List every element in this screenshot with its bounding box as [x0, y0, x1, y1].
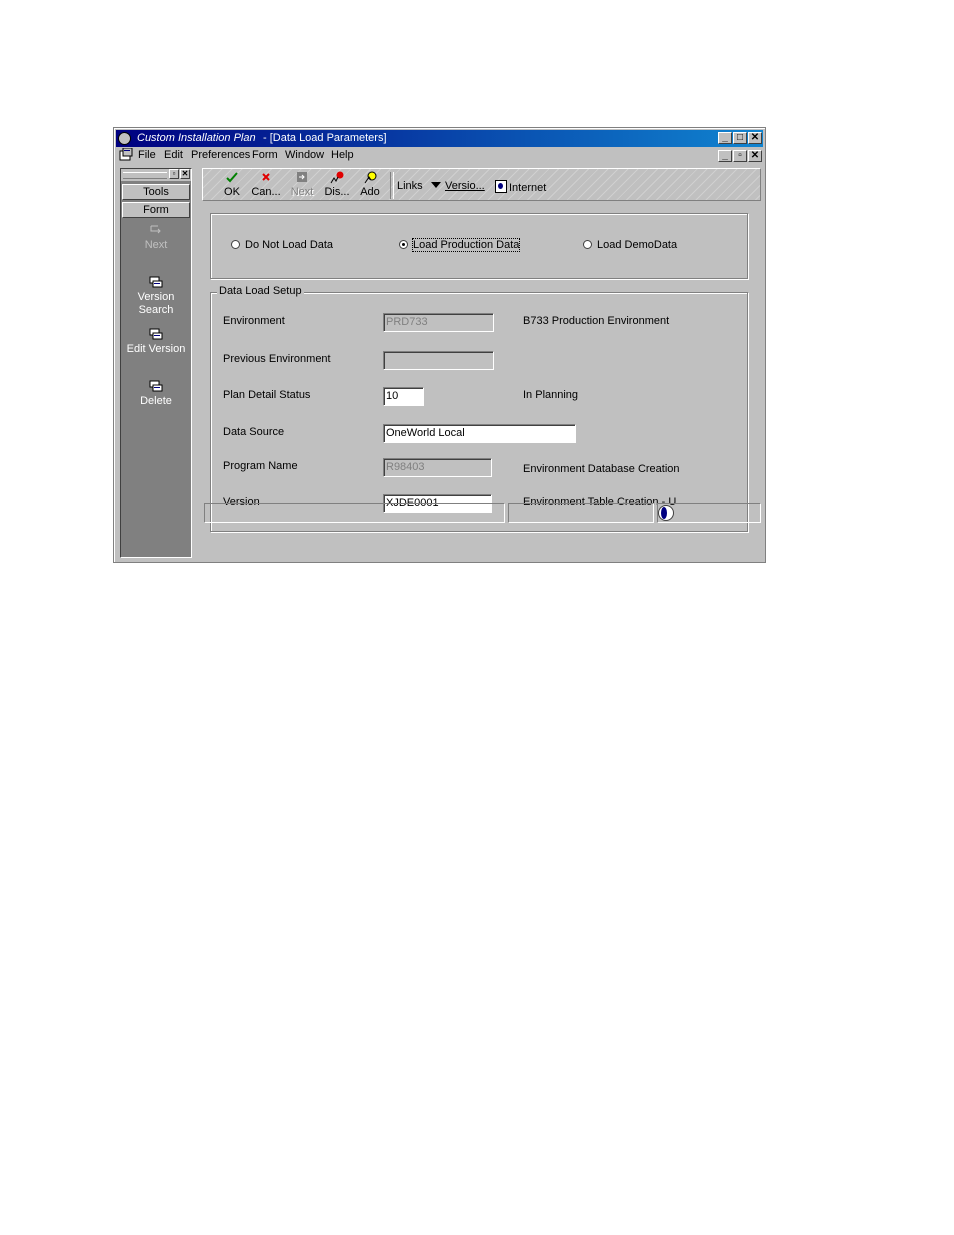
- links-menu[interactable]: Links: [397, 180, 423, 192]
- add-label: Ado: [360, 186, 380, 198]
- previous-environment-label: Previous Environment: [223, 353, 331, 365]
- radio-label: Load DemoData: [597, 239, 678, 251]
- dropdown-arrow-icon: [431, 182, 441, 188]
- radio-button-icon: [583, 240, 592, 249]
- sidebar-item-label: Delete: [140, 395, 172, 407]
- sidebar-item-label: Edit Version: [126, 343, 186, 355]
- internet-label: Internet: [509, 182, 547, 194]
- exit-bar-close-button[interactable]: ✕: [180, 169, 190, 179]
- minimize-button[interactable]: _: [718, 132, 732, 144]
- child-close-button[interactable]: ✕: [748, 150, 762, 162]
- sidebar-item-version-search[interactable]: Version Search: [121, 276, 191, 317]
- program-name-field[interactable]: R98403: [383, 458, 492, 477]
- next-button[interactable]: Next: [285, 171, 319, 198]
- form-title: - [Data Load Parameters]: [263, 132, 387, 144]
- next-icon: [150, 225, 161, 234]
- toolbar-separator: [390, 172, 394, 199]
- display-icon: [330, 171, 344, 184]
- sidebar-item-label: Next: [144, 239, 168, 251]
- sidebar-item-next[interactable]: Next: [121, 224, 191, 252]
- internet-icon: [495, 180, 507, 193]
- ok-label: OK: [224, 186, 240, 198]
- sidebar-item-delete[interactable]: Delete: [121, 380, 191, 408]
- radio-button-selected-icon: [399, 240, 408, 249]
- status-pane-1: [204, 503, 505, 523]
- grip-handle[interactable]: [123, 172, 167, 179]
- environment-description: B733 Production Environment: [523, 315, 670, 327]
- form-doc-icon: [119, 147, 133, 161]
- menu-edit[interactable]: Edit: [164, 149, 183, 161]
- form-area: OK Can... Next Dis... Ado Links Versio..…: [202, 168, 761, 544]
- next-label: Next: [290, 186, 314, 198]
- radio-button-icon: [231, 240, 240, 249]
- cancel-x-icon: [262, 173, 270, 181]
- child-restore-button[interactable]: ▫: [733, 150, 747, 162]
- radio-do-not-load-data[interactable]: Do Not Load Data: [231, 239, 333, 251]
- menu-form[interactable]: Form: [252, 149, 278, 161]
- exit-bar-header: ▫ ✕: [121, 169, 191, 181]
- globe-icon: [658, 505, 674, 521]
- version-search-icon: [149, 276, 163, 288]
- radio-label: Do Not Load Data: [245, 239, 334, 251]
- previous-environment-field[interactable]: [383, 351, 494, 370]
- menu-preferences[interactable]: Preferences: [191, 149, 250, 161]
- app-globe-icon: [118, 132, 131, 145]
- status-pane-2: [508, 503, 654, 523]
- data-source-field[interactable]: OneWorld Local: [383, 424, 576, 443]
- plan-detail-status-label: Plan Detail Status: [223, 389, 311, 401]
- program-name-description: Environment Database Creation: [523, 463, 680, 475]
- status-pane-3: [657, 503, 761, 523]
- exit-bar: ▫ ✕ Tools Form Next Version Search Edit …: [120, 168, 192, 558]
- load-option-group: Do Not Load Data Load Production Data Lo…: [210, 213, 748, 279]
- checkmark-icon: [226, 172, 238, 183]
- versions-label: Versio...: [445, 180, 485, 192]
- menu-help[interactable]: Help: [331, 149, 354, 161]
- maximize-button[interactable]: □: [733, 132, 747, 144]
- cancel-label: Can...: [251, 186, 281, 198]
- child-minimize-button[interactable]: _: [718, 150, 732, 162]
- data-load-setup-group: Data Load Setup Environment PRD733 B733 …: [210, 285, 748, 532]
- program-name-label: Program Name: [223, 460, 298, 472]
- ok-button[interactable]: OK: [215, 171, 249, 198]
- display-button[interactable]: Dis...: [320, 171, 354, 198]
- environment-label: Environment: [223, 315, 285, 327]
- cancel-button[interactable]: Can...: [249, 171, 283, 198]
- tools-button[interactable]: Tools: [122, 184, 190, 200]
- internet-button[interactable]: Internet: [495, 180, 546, 194]
- radio-label: Load Production Data: [411, 238, 521, 252]
- application-window: Custom Installation Plan - [Data Load Pa…: [113, 127, 766, 563]
- radio-load-production-data[interactable]: Load Production Data: [399, 238, 521, 252]
- toolbar: OK Can... Next Dis... Ado Links Versio..…: [202, 168, 761, 201]
- plan-detail-status-field[interactable]: 10: [383, 387, 424, 406]
- environment-field[interactable]: PRD733: [383, 313, 494, 332]
- display-label: Dis...: [324, 186, 350, 198]
- menu-file[interactable]: File: [138, 149, 156, 161]
- add-button[interactable]: Ado: [353, 171, 387, 198]
- radio-load-demo-data[interactable]: Load DemoData: [583, 239, 677, 251]
- menu-bar: File Edit Preferences Form Window Help _…: [116, 147, 763, 164]
- next-record-icon: [297, 172, 307, 182]
- close-button[interactable]: ✕: [748, 132, 762, 144]
- sidebar-item-label: Version Search: [137, 291, 175, 316]
- title-bar[interactable]: Custom Installation Plan - [Data Load Pa…: [116, 130, 763, 147]
- plan-detail-status-description: In Planning: [523, 389, 579, 401]
- add-icon: [364, 171, 377, 184]
- versions-dropdown[interactable]: Versio...: [431, 180, 485, 192]
- group-title: Data Load Setup: [217, 285, 304, 297]
- edit-version-icon: [149, 328, 163, 340]
- sidebar-item-edit-version[interactable]: Edit Version: [121, 328, 191, 356]
- exit-bar-float-button[interactable]: ▫: [169, 169, 179, 179]
- menu-window[interactable]: Window: [285, 149, 324, 161]
- data-source-label: Data Source: [223, 426, 285, 438]
- form-button[interactable]: Form: [122, 202, 190, 218]
- app-title: Custom Installation Plan: [137, 132, 256, 144]
- delete-icon: [149, 380, 163, 392]
